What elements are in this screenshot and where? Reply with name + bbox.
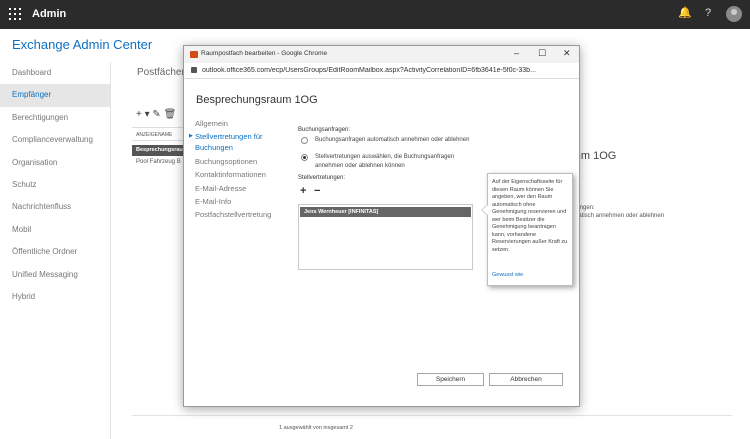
- edit-room-mailbox-window: Raumpostfach bearbeiten - Google Chrome …: [183, 45, 580, 407]
- url-text[interactable]: outlook.office365.com/ecp/UsersGroups/Ed…: [202, 67, 572, 74]
- top-bar: Admin 🔔 ?: [0, 0, 750, 29]
- window-title-bar[interactable]: Raumpostfach bearbeiten - Google Chrome …: [184, 46, 579, 63]
- tab-allgemein[interactable]: Allgemein: [195, 118, 280, 129]
- nav-item-dashboard[interactable]: Dashboard: [0, 62, 110, 84]
- dialog-title: Besprechungsraum 1OG: [196, 94, 318, 106]
- tab-email-adresse[interactable]: E-Mail-Adresse: [195, 183, 280, 194]
- app-launcher-icon[interactable]: [9, 8, 21, 20]
- nav-item-empfaenger[interactable]: Empfänger: [0, 84, 110, 107]
- nav-item-hybrid[interactable]: Hybrid: [0, 286, 110, 308]
- dialog-nav: Allgemein ▶ Stellvertretungen für Buchun…: [189, 118, 280, 223]
- table-row[interactable]: Besprechungsraum 1OG: [132, 145, 190, 156]
- add-delegate-button[interactable]: +: [300, 186, 306, 197]
- window-title: Raumpostfach bearbeiten - Google Chrome: [201, 50, 328, 57]
- nav-item-compliance[interactable]: Complianceverwaltung: [0, 129, 110, 151]
- page-title: Exchange Admin Center: [12, 37, 153, 52]
- nav-item-mobil[interactable]: Mobil: [0, 219, 110, 241]
- cancel-button[interactable]: Abbrechen: [489, 373, 563, 386]
- current-tab-caret-icon: ▶: [189, 133, 193, 140]
- option-select-delegates[interactable]: Stellvertretungen auswählen, die Buchung…: [301, 153, 471, 171]
- office-favicon-icon: [190, 51, 198, 58]
- radio-select-delegates[interactable]: [301, 154, 308, 161]
- footer-divider: [132, 415, 732, 416]
- table-row[interactable]: Pool Fahrzeug B: [136, 159, 181, 165]
- nav-item-schutz[interactable]: Schutz: [0, 174, 110, 196]
- left-nav: Dashboard Empfänger Berechtigungen Compl…: [0, 62, 110, 308]
- nav-item-nachrichtenfluss[interactable]: Nachrichtenfluss: [0, 196, 110, 218]
- tab-stellvertretungen[interactable]: ▶ Stellvertretungen für Buchungen: [189, 131, 280, 153]
- option-auto-accept[interactable]: Buchungsanfragen automatisch annehmen od…: [301, 136, 471, 154]
- nav-item-organisation[interactable]: Organisation: [0, 152, 110, 174]
- nav-item-oeffentliche-ordner[interactable]: Öffentliche Ordner: [0, 241, 110, 263]
- help-callout-text: Auf der Eigenschaftsseite für diesen Rau…: [492, 179, 568, 253]
- delegates-label: Stellvertretungen:: [298, 175, 346, 181]
- lock-icon: [191, 67, 197, 73]
- list-item[interactable]: Jens Wernheuer [INFINITAS]: [300, 207, 471, 217]
- maximize-icon[interactable]: ☐: [538, 48, 546, 59]
- tab-email-info[interactable]: E-Mail-Info: [195, 196, 280, 207]
- learn-more-link[interactable]: Gewusst wie: [492, 272, 523, 278]
- address-bar[interactable]: outlook.office365.com/ecp/UsersGroups/Ed…: [184, 63, 579, 79]
- nav-item-berechtigungen[interactable]: Berechtigungen: [0, 107, 110, 129]
- mailboxes-heading: Postfächer: [137, 67, 185, 78]
- help-icon[interactable]: ?: [705, 7, 711, 19]
- avatar[interactable]: [726, 6, 742, 22]
- minimize-icon[interactable]: –: [514, 48, 519, 58]
- help-callout: Auf der Eigenschaftsseite für diesen Rau…: [481, 173, 573, 286]
- app-name: Admin: [32, 8, 67, 20]
- tab-buchungsoptionen[interactable]: Buchungsoptionen: [195, 156, 280, 167]
- remove-delegate-button[interactable]: −: [314, 186, 320, 197]
- notification-bell-icon[interactable]: 🔔: [678, 6, 692, 19]
- mailbox-toolbar[interactable]: + ▾ ✎ 🗑: [136, 109, 176, 120]
- tab-kontaktinformationen[interactable]: Kontaktinformationen: [195, 169, 280, 180]
- tab-postfachstellvertretung[interactable]: Postfachstellvertretung: [195, 209, 280, 220]
- nav-divider: [110, 62, 111, 439]
- nav-item-unified-messaging[interactable]: Unified Messaging: [0, 264, 110, 286]
- close-icon[interactable]: ✕: [563, 48, 571, 59]
- tab-stellvertretungen-label: Stellvertretungen für Buchungen: [195, 132, 263, 153]
- selection-status: 1 ausgewählt von insgesamt 2: [279, 425, 353, 431]
- delegates-list[interactable]: Jens Wernheuer [INFINITAS]: [298, 204, 473, 270]
- detail-pane-value: omatisch annehmen oder ablehnen: [570, 213, 665, 219]
- option-auto-accept-label: Buchungsanfragen automatisch annehmen od…: [315, 137, 470, 143]
- radio-auto-accept[interactable]: [301, 137, 308, 144]
- save-button[interactable]: Speichern: [417, 373, 484, 386]
- booking-requests-label: Buchungsanfragen:: [298, 127, 351, 133]
- option-select-delegates-label: Stellvertretungen auswählen, die Buchung…: [315, 154, 455, 169]
